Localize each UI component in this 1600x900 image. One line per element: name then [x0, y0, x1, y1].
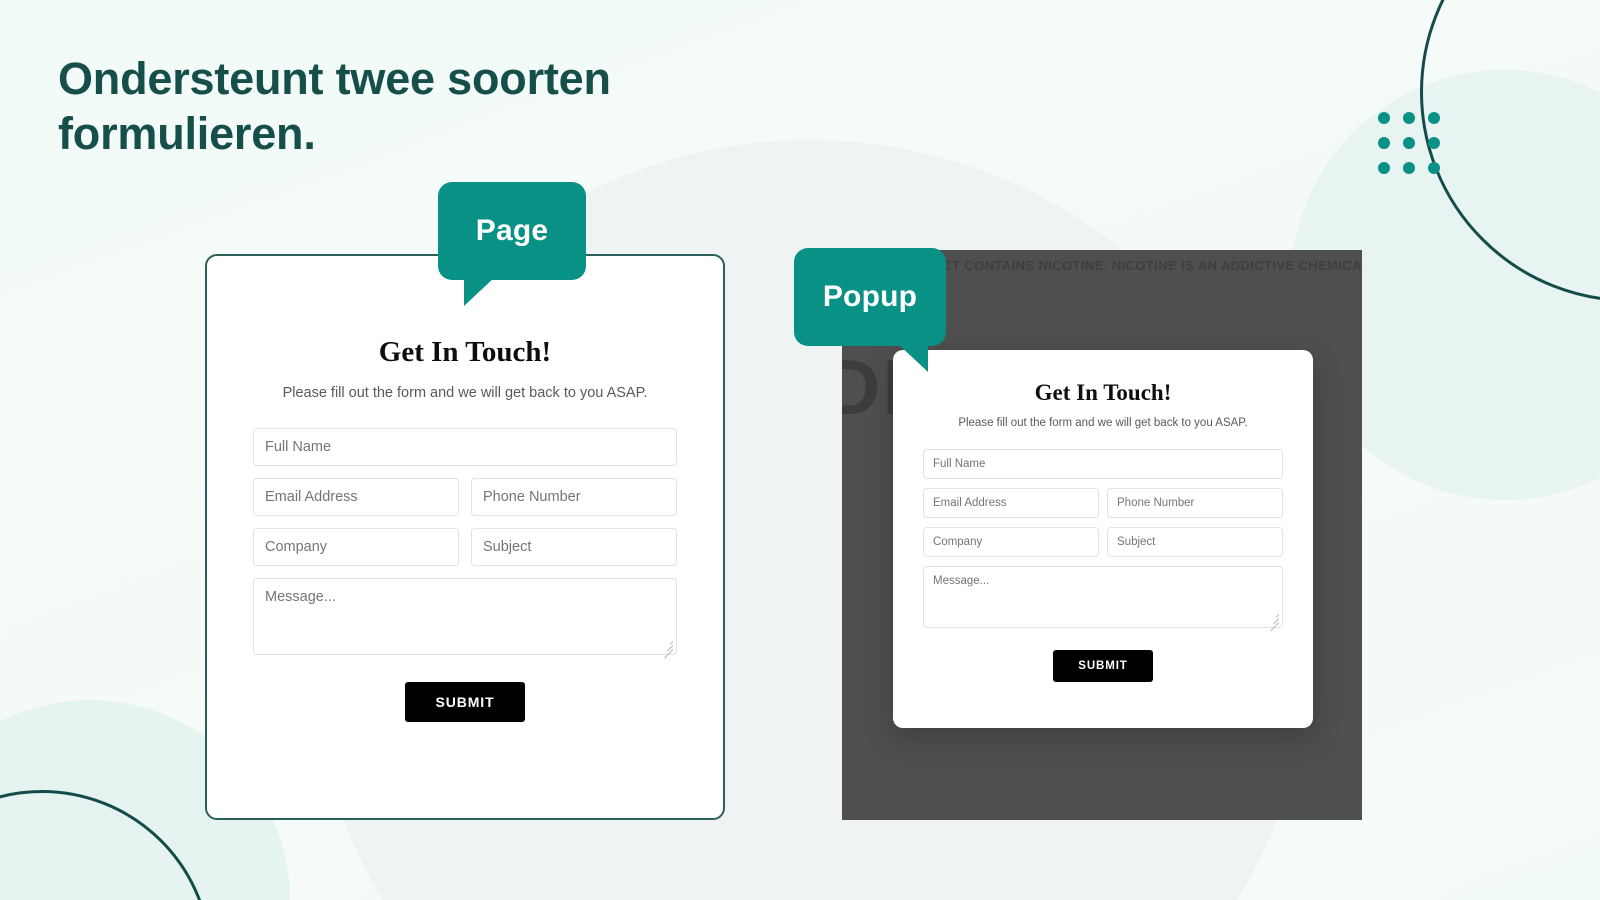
page-form-card: Get In Touch! Please fill out the form a…: [205, 254, 725, 820]
popup-form-modal: Get In Touch! Please fill out the form a…: [893, 350, 1313, 728]
popup-form-inner: Get In Touch! Please fill out the form a…: [893, 350, 1313, 682]
form-title: Get In Touch!: [378, 336, 552, 368]
popup-email-input[interactable]: [923, 488, 1099, 518]
popup-form-row-company-subject: [923, 527, 1283, 557]
full-name-input[interactable]: [253, 428, 677, 466]
outline-ring-top-right: [1420, 0, 1600, 302]
popup-subject-input[interactable]: [1107, 527, 1283, 557]
submit-button[interactable]: SUBMIT: [405, 682, 525, 722]
popup-form-fields: [923, 449, 1283, 632]
badge-page-label: Page: [475, 214, 549, 247]
page-submit-wrap: SUBMIT: [253, 682, 677, 722]
phone-input[interactable]: [471, 478, 677, 516]
popup-submit-button[interactable]: SUBMIT: [1053, 650, 1153, 682]
popup-submit-wrap: SUBMIT: [923, 650, 1283, 682]
message-field-wrap: [253, 578, 677, 659]
popup-company-input[interactable]: [923, 527, 1099, 557]
form-fields: [253, 428, 677, 659]
popup-message-field-wrap: [923, 566, 1283, 632]
popup-full-name-input[interactable]: [923, 449, 1283, 479]
form-row-company-subject: [253, 528, 677, 566]
popup-message-textarea[interactable]: [923, 566, 1283, 628]
dot-grid-icon: [1378, 112, 1440, 174]
message-textarea[interactable]: [253, 578, 677, 655]
badge-page: Page: [438, 182, 586, 306]
badge-popup-label: Popup: [822, 280, 918, 313]
page-title: Ondersteunt twee soorten formulieren.: [58, 53, 611, 159]
subject-input[interactable]: [471, 528, 677, 566]
company-input[interactable]: [253, 528, 459, 566]
page-form-inner: Get In Touch! Please fill out the form a…: [207, 256, 723, 722]
popup-phone-input[interactable]: [1107, 488, 1283, 518]
popup-form-title: Get In Touch!: [1034, 380, 1172, 405]
form-row-email-phone: [253, 478, 677, 516]
popup-form-subtitle: Please fill out the form and we will get…: [958, 417, 1248, 429]
email-input[interactable]: [253, 478, 459, 516]
page-root: Ondersteunt twee soorten formulieren. Pa…: [0, 0, 1600, 900]
form-subtitle: Please fill out the form and we will get…: [282, 385, 648, 401]
badge-popup: Popup: [794, 248, 946, 372]
popup-form-row-email-phone: [923, 488, 1283, 518]
outline-ring-bottom-left: [0, 790, 212, 900]
